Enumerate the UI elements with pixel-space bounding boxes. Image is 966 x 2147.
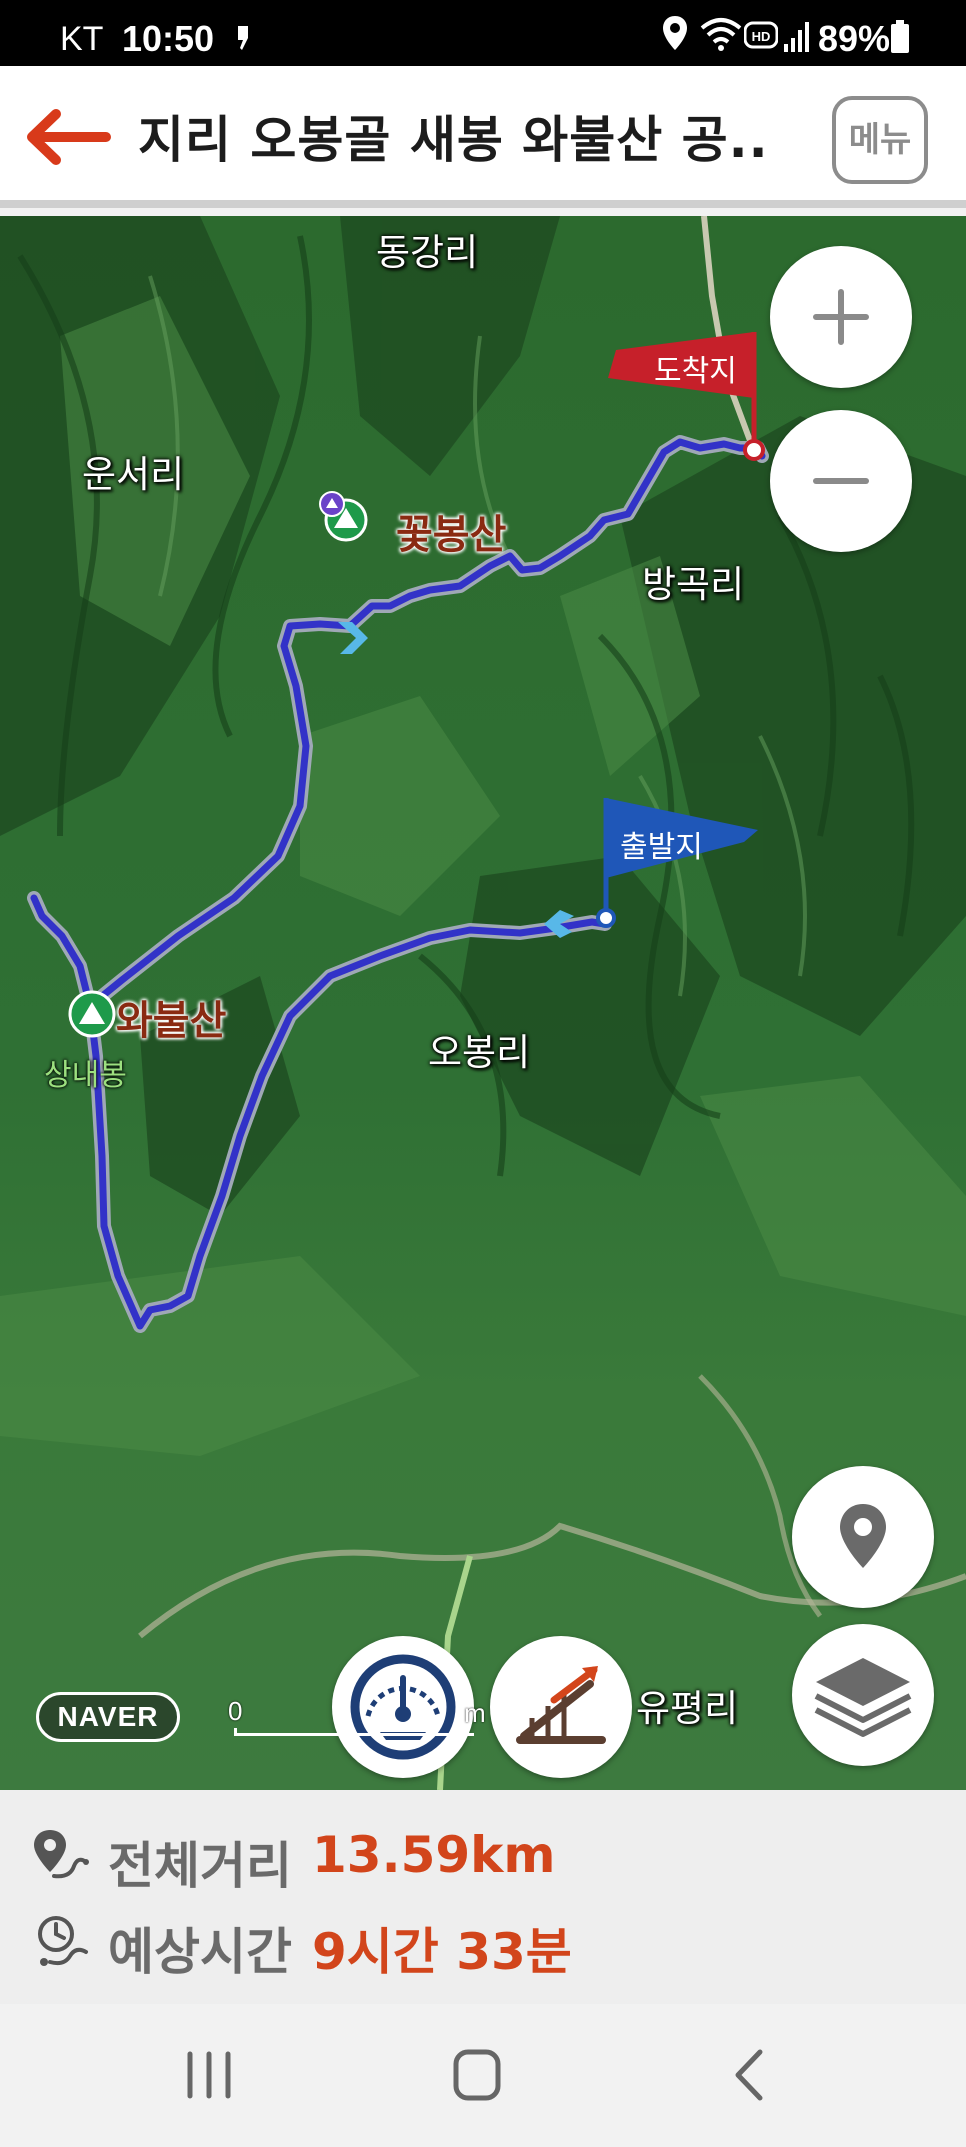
- notification-icon: [234, 24, 252, 56]
- speed-button[interactable]: [332, 1636, 474, 1778]
- page-title: 지리 오봉골 새봉 와불산 공...: [138, 111, 768, 169]
- system-nav-bar: [0, 2004, 966, 2147]
- my-location-button[interactable]: [792, 1466, 934, 1608]
- svg-text:HD: HD: [752, 29, 771, 44]
- speedometer-icon: [350, 1654, 456, 1760]
- carrier-label: KT: [60, 20, 104, 58]
- scale-unit-label: m: [464, 1698, 486, 1728]
- wifi-icon: [700, 14, 742, 58]
- route-distance-icon: [34, 1830, 89, 1879]
- distance-row: 전체거리 13.59km: [30, 1820, 930, 1895]
- peak-label-sangnae: 상내봉: [44, 1058, 127, 1093]
- layers-icon: [814, 1658, 912, 1737]
- battery-icon: [890, 20, 910, 58]
- peak-label-wabul: 와불산: [116, 998, 227, 1044]
- title-bar: 지리 오봉골 새봉 와불산 공... 메뉴: [0, 66, 966, 208]
- plus-icon: [813, 289, 869, 345]
- battery-percent: 89%: [818, 18, 891, 59]
- map-view[interactable]: 동강리 운서리 방곡리 오봉리 유평리 꽃봉산 와불산 상내봉 도착지 출발지: [0, 216, 966, 1790]
- minus-icon: [813, 478, 869, 484]
- elevation-button[interactable]: [490, 1636, 632, 1778]
- signal-icon: [782, 20, 812, 58]
- naver-logo: NAVER: [36, 1692, 180, 1742]
- place-label-unseo: 운서리: [82, 453, 185, 496]
- recent-apps-button[interactable]: [164, 2040, 254, 2110]
- departure-flag-label: 출발지: [620, 830, 703, 865]
- time-row: 예상시간 9시간 33분: [30, 1906, 930, 1981]
- system-back-button[interactable]: [704, 2040, 794, 2110]
- recent-apps-icon: [187, 2051, 231, 2099]
- hd-voice-icon: HD: [743, 20, 779, 54]
- arrival-flag-label: 도착지: [654, 354, 737, 389]
- clock: 10:50: [122, 18, 215, 59]
- zoom-in-button[interactable]: [770, 246, 912, 388]
- time-label: 예상시간: [108, 1923, 292, 1981]
- peak-label-kkotbong: 꽃봉산: [396, 512, 507, 558]
- home-icon: [453, 2049, 501, 2101]
- route-info-panel: 전체거리 13.59km 예상시간 9시간 33분: [0, 1790, 966, 2004]
- peak-marker-icon: [68, 990, 116, 1038]
- place-label-banggok: 방곡리: [642, 563, 745, 606]
- home-button[interactable]: [432, 2040, 522, 2110]
- status-bar: KT 10:50 HD 89%: [0, 0, 966, 66]
- arrival-flag[interactable]: 도착지: [604, 312, 774, 462]
- location-icon: [660, 14, 690, 58]
- place-label-yupyeong: 유평리: [636, 1687, 739, 1730]
- scale-zero-label: 0: [228, 1696, 243, 1726]
- scale-bar: [234, 1728, 474, 1736]
- location-pin-icon: [840, 1504, 886, 1568]
- back-icon: [735, 2049, 763, 2101]
- zoom-out-button[interactable]: [770, 410, 912, 552]
- departure-flag[interactable]: 출발지: [594, 790, 764, 930]
- back-arrow-icon: [27, 109, 111, 165]
- place-label-obong: 오봉리: [428, 1031, 531, 1074]
- place-label-donggang: 동강리: [376, 231, 479, 274]
- elevation-chart-icon: [516, 1666, 606, 1744]
- distance-label: 전체거리: [108, 1837, 292, 1895]
- time-value: 9시간 33분: [312, 1923, 572, 1981]
- menu-button[interactable]: 메뉴: [832, 96, 928, 184]
- map-layers-button[interactable]: [792, 1624, 934, 1766]
- back-button[interactable]: [22, 106, 112, 168]
- distance-value: 13.59km: [312, 1826, 556, 1884]
- estimated-time-icon: [38, 1916, 88, 1966]
